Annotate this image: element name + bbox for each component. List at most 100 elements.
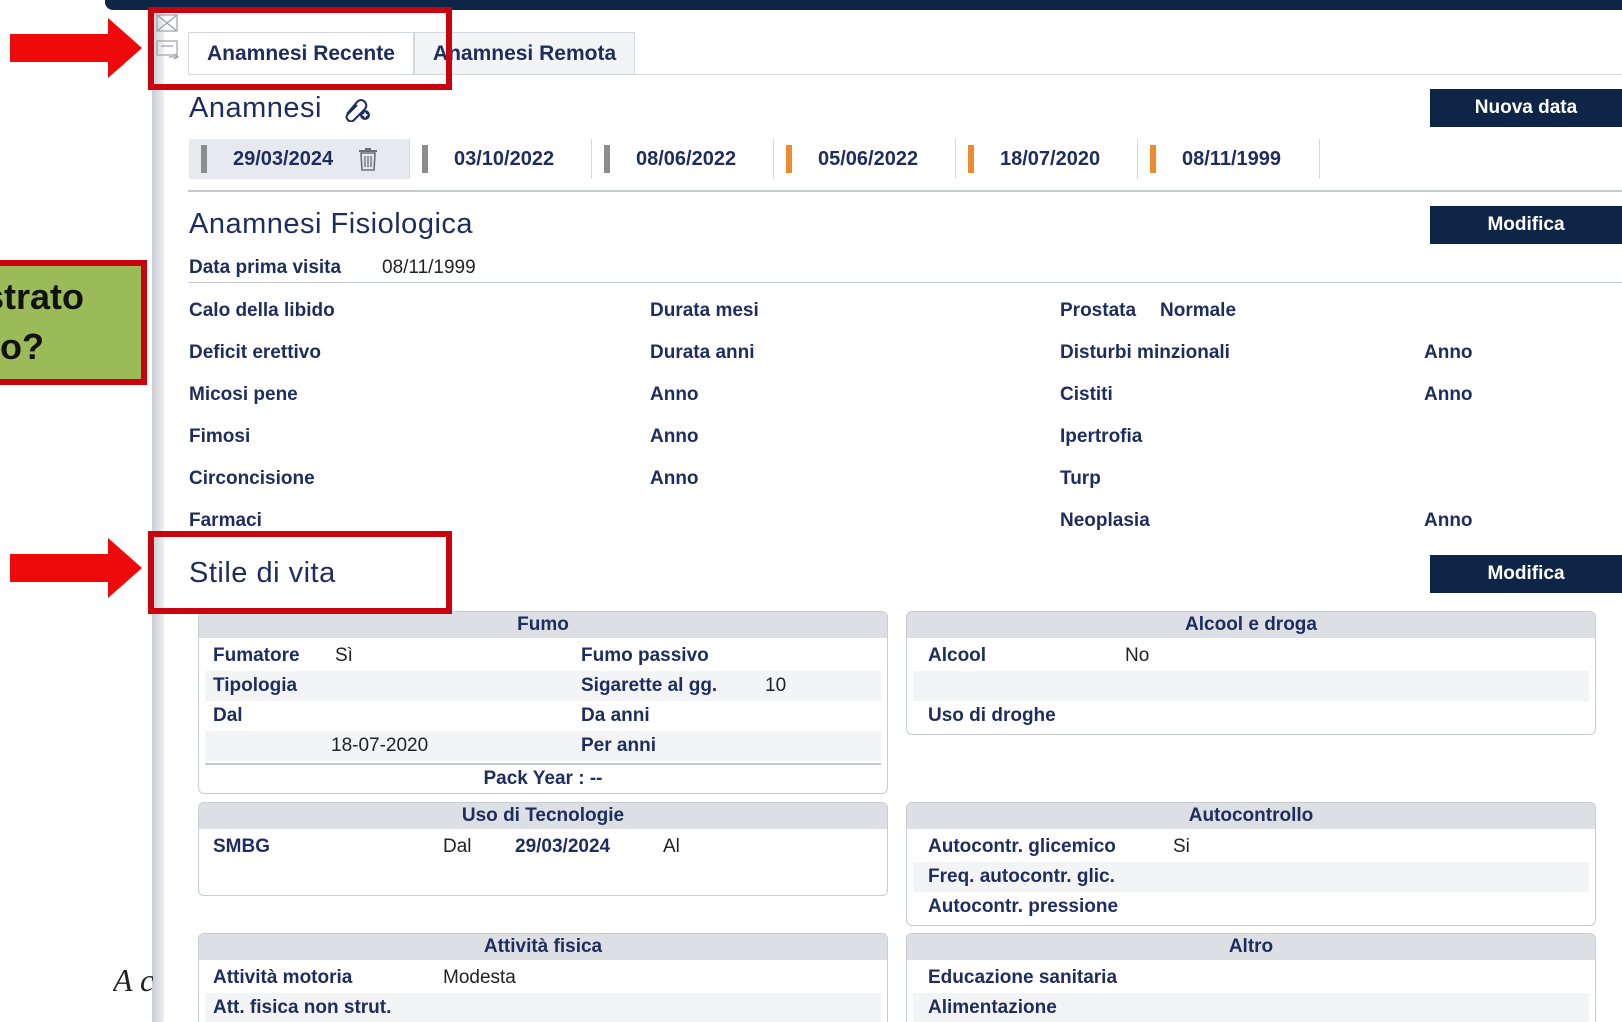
first-visit-label: Data prima visita bbox=[189, 257, 342, 278]
panel-header: Uso di Tecnologie bbox=[199, 803, 887, 829]
modifica-stile-button[interactable]: Modifica bbox=[1430, 555, 1622, 593]
question-callout: gistrato o? bbox=[0, 260, 147, 385]
altro-panel: Altro Educazione sanitaria Alimentazione bbox=[906, 933, 1596, 1022]
anamnesi-title: Anamnesi bbox=[189, 92, 322, 124]
nuova-data-button[interactable]: Nuova data bbox=[1430, 89, 1622, 127]
field-label: Alimentazione bbox=[928, 997, 1057, 1018]
date-item[interactable]: 03/10/2022 bbox=[410, 139, 592, 179]
date-label: 29/03/2024 bbox=[233, 147, 334, 170]
date-marker bbox=[604, 145, 610, 173]
panel-header: Alcool e droga bbox=[907, 612, 1595, 638]
field-label: Anno bbox=[650, 468, 699, 489]
red-arrow-icon bbox=[10, 538, 142, 598]
field-label: Anno bbox=[1424, 384, 1473, 405]
first-visit-value: 08/11/1999 bbox=[382, 257, 476, 278]
table-row bbox=[913, 671, 1589, 701]
panel-header: Attività fisica bbox=[199, 934, 887, 960]
field-label: Anno bbox=[650, 384, 699, 405]
field-label: Da anni bbox=[581, 705, 650, 726]
field-label: Durata mesi bbox=[650, 300, 759, 321]
date-list: 29/03/2024 03/10/2022 08/06/2022 05/06/2… bbox=[189, 139, 1320, 179]
field-label: Uso di droghe bbox=[928, 705, 1056, 726]
divider bbox=[188, 282, 1622, 283]
field-label: Dal bbox=[443, 836, 472, 857]
modifica-fisiologica-button[interactable]: Modifica bbox=[1430, 206, 1622, 244]
table-row: SMBG Dal 29/03/2024 Al bbox=[205, 832, 881, 862]
panel-header: Autocontrollo bbox=[907, 803, 1595, 829]
date-marker bbox=[422, 145, 428, 173]
anamnesi-title-row: Anamnesi bbox=[189, 92, 373, 125]
date-label: 08/06/2022 bbox=[636, 147, 737, 170]
table-row: Fumatore Sì Fumo passivo bbox=[205, 641, 881, 671]
alcool-panel: Alcool e droga Alcool No Uso di droghe bbox=[906, 611, 1596, 735]
date-item[interactable]: 29/03/2024 bbox=[189, 139, 410, 179]
field-label: Turp bbox=[1060, 468, 1101, 489]
field-label: Neoplasia bbox=[1060, 510, 1150, 531]
field-label: Anno bbox=[1424, 342, 1473, 363]
field-label: Prostata bbox=[1060, 300, 1137, 321]
date-marker bbox=[1150, 145, 1156, 173]
pack-year-row: Pack Year : -- bbox=[205, 764, 881, 793]
table-row: Educazione sanitaria bbox=[913, 963, 1589, 993]
table-row: Freq. autocontr. glic. bbox=[913, 862, 1589, 892]
field-label: Circoncisione bbox=[189, 468, 315, 489]
field-label: Al bbox=[663, 836, 680, 857]
panel-left-shadow bbox=[152, 10, 164, 1022]
callout-line: o? bbox=[0, 326, 44, 367]
fisiologica-title: Anamnesi Fisiologica bbox=[189, 208, 474, 240]
red-arrow-icon bbox=[10, 18, 142, 78]
tab-highlight-box bbox=[148, 7, 452, 90]
field-label: Calo della libido bbox=[189, 300, 335, 321]
field-value: 18-07-2020 bbox=[331, 735, 429, 756]
field-label: Fimosi bbox=[189, 426, 251, 447]
date-marker bbox=[201, 145, 207, 173]
date-label: 03/10/2022 bbox=[454, 147, 555, 170]
date-item[interactable]: 08/06/2022 bbox=[592, 139, 774, 179]
trash-icon[interactable] bbox=[357, 147, 379, 171]
field-label: Freq. autocontr. glic. bbox=[928, 866, 1115, 887]
date-item[interactable]: 08/11/1999 bbox=[1138, 139, 1320, 179]
field-value: Sì bbox=[335, 645, 353, 666]
table-row: Autocontr. pressione bbox=[913, 892, 1589, 922]
fumo-panel: Fumo Fumatore Sì Fumo passivo Tipologia … bbox=[198, 611, 888, 794]
divider bbox=[188, 190, 1622, 192]
field-label: Deficit erettivo bbox=[189, 342, 321, 363]
table-row: Att. fisica non strut. bbox=[205, 993, 881, 1022]
table-row: Dal Da anni bbox=[205, 701, 881, 731]
attachment-icon[interactable] bbox=[341, 96, 373, 123]
table-row: Autocontr. glicemico Si bbox=[913, 832, 1589, 862]
date-item[interactable]: 05/06/2022 bbox=[774, 139, 956, 179]
table-row: 18-07-2020 Per anni bbox=[205, 731, 881, 761]
field-label: Alcool bbox=[928, 645, 987, 666]
field-label: Educazione sanitaria bbox=[928, 967, 1118, 988]
field-label: Attività motoria bbox=[213, 967, 353, 988]
date-marker bbox=[786, 145, 792, 173]
field-value: 29/03/2024 bbox=[515, 836, 611, 857]
field-label: Anno bbox=[1424, 510, 1473, 531]
table-row: Alimentazione bbox=[913, 993, 1589, 1022]
field-label: Cistiti bbox=[1060, 384, 1113, 405]
field-label: Anno bbox=[650, 426, 699, 447]
field-label: Fumatore bbox=[213, 645, 300, 666]
date-item[interactable]: 18/07/2020 bbox=[956, 139, 1138, 179]
field-label: Micosi pene bbox=[189, 384, 298, 405]
field-value: Modesta bbox=[443, 967, 516, 988]
field-label: Sigarette al gg. bbox=[581, 675, 718, 696]
panel-header: Fumo bbox=[199, 612, 887, 638]
field-label: Autocontr. glicemico bbox=[928, 836, 1116, 857]
pack-year: Pack Year : -- bbox=[483, 768, 603, 789]
date-label: 18/07/2020 bbox=[1000, 147, 1101, 170]
field-label: Disturbi minzionali bbox=[1060, 342, 1230, 363]
panel-header: Altro bbox=[907, 934, 1595, 960]
callout-line: gistrato bbox=[0, 276, 85, 317]
field-label: Autocontr. pressione bbox=[928, 896, 1119, 917]
table-row: Tipologia Sigarette al gg. 10 bbox=[205, 671, 881, 701]
field-value: 10 bbox=[765, 675, 787, 696]
date-label: 05/06/2022 bbox=[818, 147, 919, 170]
stile-highlight-box bbox=[148, 531, 452, 614]
field-label: Durata anni bbox=[650, 342, 755, 363]
footnote-fragment: A c bbox=[113, 962, 153, 998]
field-value: No bbox=[1125, 645, 1150, 666]
tecnologie-panel: Uso di Tecnologie SMBG Dal 29/03/2024 Al bbox=[198, 802, 888, 896]
date-marker bbox=[968, 145, 974, 173]
